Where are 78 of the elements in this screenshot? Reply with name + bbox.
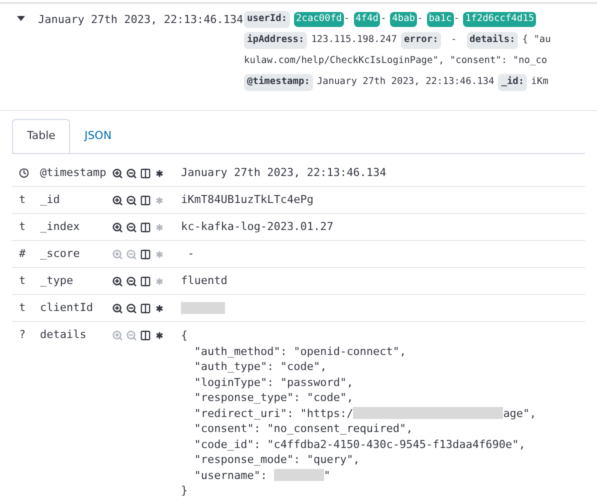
highlight-badge: 4bab xyxy=(390,12,418,27)
json-line: "auth_method": "openid-connect", xyxy=(193,344,406,359)
columns-icon[interactable] xyxy=(140,168,151,178)
field-value: fluentd xyxy=(181,274,228,287)
asterisk-icon[interactable] xyxy=(154,330,165,340)
json-line: age", xyxy=(503,406,536,421)
zoom-in-icon[interactable] xyxy=(112,222,123,232)
field-name: _score xyxy=(40,247,81,261)
field-type: # xyxy=(19,246,26,262)
field-name: details xyxy=(40,328,88,342)
columns-icon[interactable] xyxy=(140,222,151,232)
field-value: kc-kafka-log-2023.01.27 xyxy=(181,220,334,233)
field-value: iKmT84UB1uzTkLTc4ePg xyxy=(181,193,314,206)
asterisk-icon[interactable] xyxy=(154,302,165,314)
field-key: error: xyxy=(401,32,442,49)
columns-icon[interactable] xyxy=(140,330,151,340)
view-tab[interactable]: Table xyxy=(12,119,70,153)
clock-icon xyxy=(19,168,29,178)
field-value: - xyxy=(454,12,460,26)
json-line: "code_id": "c4ffdba2-4150-430c-9545-f13daa4f690e", xyxy=(193,436,526,452)
zoom-in-icon[interactable] xyxy=(112,302,123,314)
field-type: t xyxy=(19,218,26,235)
zoom-in-icon[interactable] xyxy=(112,168,123,178)
view-tab[interactable]: JSON xyxy=(70,119,126,153)
field-value: kulaw.com/help/CheckKcIsLoginPage", "consent": "no_co xyxy=(244,54,548,68)
columns-icon[interactable] xyxy=(140,248,151,260)
columns-icon[interactable] xyxy=(140,302,151,314)
field-type: t xyxy=(19,272,26,289)
json-line: " xyxy=(324,468,330,483)
field-value: iKm xyxy=(531,75,548,90)
field-type: ? xyxy=(19,326,26,343)
field-value: - xyxy=(417,12,423,26)
zoom-out-icon[interactable] xyxy=(126,222,137,232)
zoom-out-icon[interactable] xyxy=(126,276,137,286)
json-line: "response_mode": "query", xyxy=(193,452,360,468)
field-value: - xyxy=(380,12,386,26)
field-key: details: xyxy=(466,32,518,49)
json-line: "redirect_uri": "https:/ xyxy=(193,406,354,421)
field-type: t xyxy=(19,300,26,316)
field-key: _id: xyxy=(498,74,528,91)
field-value: January 27th 2023, 22:13:46.134 xyxy=(181,166,386,179)
field-key: ipAddress: xyxy=(244,32,308,49)
json-line: "auth_type": "code", xyxy=(193,359,327,374)
field-value: - xyxy=(344,12,350,26)
field-name: @timestamp xyxy=(40,166,108,180)
document-timestamp: January 27th 2023, 22:13:46.134 xyxy=(38,12,244,28)
columns-icon[interactable] xyxy=(140,194,151,206)
zoom-in-icon[interactable] xyxy=(112,194,123,206)
field-value: - xyxy=(186,247,194,260)
field-value: 123.115.198.247 xyxy=(311,33,397,48)
caret-icon xyxy=(17,16,25,22)
field-key: @timestamp: xyxy=(244,74,313,91)
highlight-badge: 1f2d6ccf4d15 xyxy=(463,12,536,27)
field-value: - xyxy=(450,33,458,48)
field-name: _id xyxy=(40,193,61,207)
redacted-block xyxy=(181,302,225,314)
field-type: t xyxy=(19,192,26,208)
zoom-out-icon[interactable] xyxy=(126,302,137,314)
field-value: January 27th 2023, 22:13:46.134 xyxy=(316,75,494,90)
columns-icon[interactable] xyxy=(140,276,151,286)
highlight-badge: 2cac00fd xyxy=(294,12,344,27)
json-line: "username": xyxy=(193,468,268,483)
zoom-out-icon[interactable] xyxy=(126,168,137,178)
json-line: "response_type": "code", xyxy=(193,390,354,406)
highlight-badge: 4f4d xyxy=(354,12,380,27)
zoom-in-icon[interactable] xyxy=(112,276,123,286)
json-line: { xyxy=(181,328,188,344)
json-line: "consent": "no_consent_required", xyxy=(193,421,413,436)
json-line: "loginType": "password", xyxy=(193,374,354,390)
field-name: _type xyxy=(40,274,74,288)
json-line: } xyxy=(181,483,188,498)
field-key: userId: xyxy=(244,11,290,28)
asterisk-icon[interactable] xyxy=(154,168,165,178)
field-name: _index xyxy=(40,220,81,234)
highlight-badge: ba1c xyxy=(426,12,454,27)
zoom-out-icon[interactable] xyxy=(126,194,137,206)
field-value: { "au xyxy=(522,33,551,48)
field-name: clientId xyxy=(40,301,94,315)
